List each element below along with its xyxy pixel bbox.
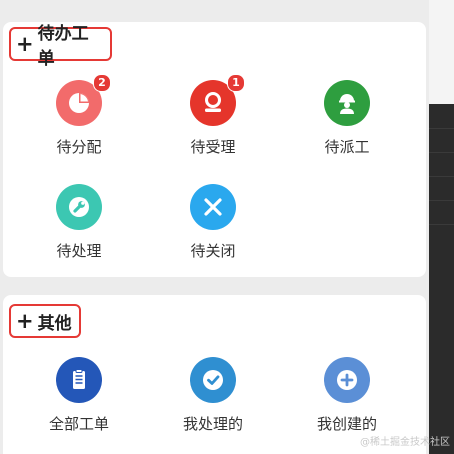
- count-badge: 2: [93, 74, 111, 92]
- item-to-close[interactable]: 待关闭: [158, 184, 268, 261]
- document-list-icon: [56, 357, 102, 403]
- count-badge: 1: [227, 74, 245, 92]
- watermark: @稀土掘金技术社区: [360, 437, 450, 448]
- item-label: 待分配: [56, 138, 102, 156]
- item-all-orders[interactable]: 全部工单: [24, 357, 134, 434]
- item-label: 我处理的: [182, 415, 243, 433]
- item-label: 我创建的: [316, 415, 377, 433]
- item-handled-by-me[interactable]: 我处理的: [158, 357, 268, 434]
- item-to-assign[interactable]: 2 待分配: [24, 74, 134, 157]
- location-pin-icon: 1: [190, 74, 245, 126]
- section-title-text: 其他: [37, 313, 72, 334]
- item-label: 待关闭: [190, 242, 236, 260]
- item-label: 待派工: [324, 138, 370, 156]
- item-created-by-me[interactable]: 我创建的: [292, 357, 402, 434]
- background-window-strip: [429, 0, 454, 454]
- item-to-process[interactable]: 待处理: [24, 184, 134, 261]
- plus-icon: +: [16, 31, 34, 56]
- item-label: 待处理: [56, 242, 102, 260]
- item-label: 全部工单: [48, 415, 109, 433]
- section-title-text: 待办工单: [37, 24, 89, 69]
- section-title-other[interactable]: + 其他: [9, 304, 81, 338]
- check-circle-icon: [190, 357, 236, 403]
- section-title-pending[interactable]: + 待办工单: [9, 24, 112, 69]
- item-to-dispatch[interactable]: 待派工: [292, 80, 402, 157]
- pie-chart-icon: 2: [56, 74, 111, 126]
- item-label: 待受理: [190, 138, 236, 156]
- wrench-icon: [56, 184, 102, 230]
- close-x-icon: [190, 184, 236, 230]
- plus-icon: +: [16, 308, 34, 333]
- worker-helmet-icon: [324, 80, 370, 126]
- plus-circle-icon: [324, 357, 370, 403]
- item-to-accept[interactable]: 1 待受理: [158, 74, 268, 157]
